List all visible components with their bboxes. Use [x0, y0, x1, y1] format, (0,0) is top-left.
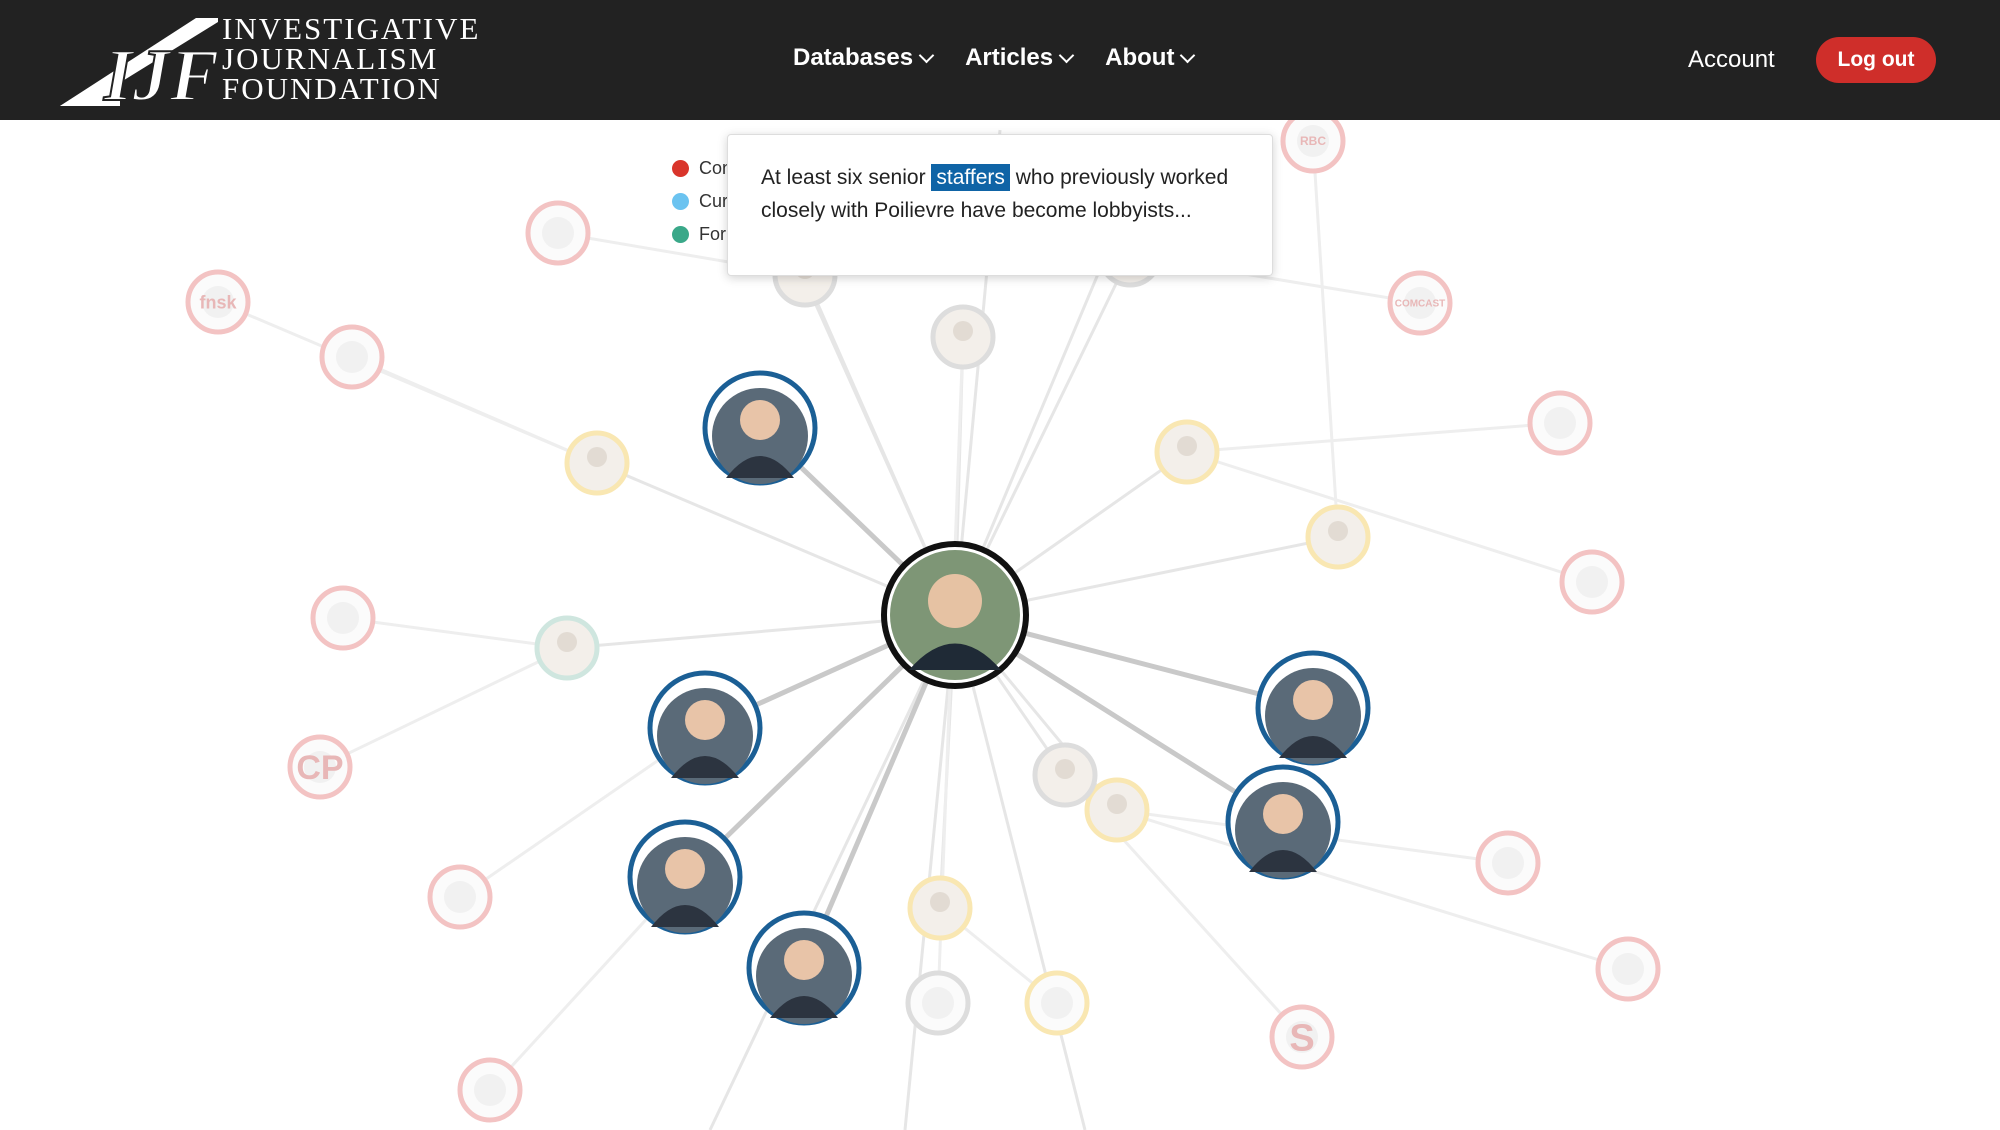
ijf-logo[interactable]: IJF INVESTIGATIVE JOURNALISM FOUNDATION [60, 11, 500, 108]
nav-articles[interactable]: Articles [965, 44, 1075, 72]
organization-logo [1041, 987, 1073, 1019]
person-silhouette-icon [930, 892, 950, 912]
nav-about-label: About [1105, 44, 1175, 71]
nav-databases-label: Databases [793, 44, 914, 71]
organization-logo [327, 602, 359, 634]
tooltip-highlight[interactable]: staffers [931, 164, 1010, 191]
organization-logo [542, 217, 574, 249]
person-silhouette-icon [1055, 759, 1075, 779]
staffer-face [665, 849, 705, 889]
legend-item: Con [672, 152, 732, 185]
organization-logo [1576, 566, 1608, 598]
staffer-face [784, 940, 824, 980]
logo-line-1: INVESTIGATIVE [222, 11, 481, 46]
organization-logo [1492, 847, 1524, 879]
person-silhouette-icon [587, 447, 607, 467]
organization-logo-text: fnsk [199, 292, 237, 312]
organization-logo [1612, 953, 1644, 985]
ijf-logo-mark: IJF [60, 18, 218, 108]
legend-dot-blue [672, 193, 689, 210]
top-navigation-bar: IJF INVESTIGATIVE JOURNALISM FOUNDATION … [0, 0, 2000, 120]
graph-edge [903, 614, 957, 1130]
graph-edge [1186, 421, 1561, 454]
graph-edge [319, 646, 568, 769]
svg-text:IJF: IJF [103, 35, 218, 108]
organization-logo-text: RBC [1300, 134, 1326, 148]
organization-logo [336, 341, 368, 373]
politician-face [928, 574, 982, 628]
person-silhouette-icon [1328, 521, 1348, 541]
staffer-face [685, 700, 725, 740]
legend-item: Cur [672, 185, 732, 218]
logo-line-2: JOURNALISM [222, 41, 439, 76]
staffer-face [1293, 680, 1333, 720]
person-silhouette-icon [1107, 794, 1127, 814]
person-silhouette-icon [557, 632, 577, 652]
graph-edge [351, 355, 598, 465]
staffer-face [1263, 794, 1303, 834]
chevron-down-icon [1180, 47, 1196, 63]
legend-item: For [672, 218, 732, 251]
person-silhouette-icon [1177, 436, 1197, 456]
graph-legend: Con Cur For [672, 152, 732, 251]
chevron-down-icon [918, 47, 935, 63]
organization-logo-text: CP [296, 749, 343, 787]
graph-edge [1186, 450, 1593, 584]
nav-databases[interactable]: Databases [793, 44, 935, 72]
organization-logo [444, 881, 476, 913]
main-nav: Databases Articles About [793, 44, 1196, 72]
organization-logo-text: S [1289, 1017, 1314, 1059]
legend-dot-green [672, 226, 689, 243]
chevron-down-icon [1058, 47, 1075, 63]
nav-about[interactable]: About [1105, 44, 1196, 72]
legend-label: Cur [699, 191, 729, 211]
graph-edge [342, 616, 568, 650]
ijf-wordmark: INVESTIGATIVE JOURNALISM FOUNDATION [222, 11, 481, 106]
graph-edge [1311, 140, 1340, 538]
organization-logo-text: COMCAST [1395, 299, 1446, 310]
legend-dot-red [672, 160, 689, 177]
graph-edge [1116, 808, 1629, 971]
logout-button[interactable]: Log out [1816, 37, 1936, 83]
organization-logo [474, 1074, 506, 1106]
tooltip-text-before: At least six senior [761, 166, 932, 189]
legend-label: For [699, 224, 726, 244]
organization-logo [1544, 407, 1576, 439]
nav-articles-label: Articles [965, 44, 1054, 71]
organization-logo [922, 987, 954, 1019]
staffer-face [740, 400, 780, 440]
account-link[interactable]: Account [1688, 46, 1775, 74]
logo-line-3: FOUNDATION [222, 71, 442, 106]
graph-tooltip: At least six senior staffers who previou… [727, 134, 1273, 276]
person-silhouette-icon [953, 321, 973, 341]
